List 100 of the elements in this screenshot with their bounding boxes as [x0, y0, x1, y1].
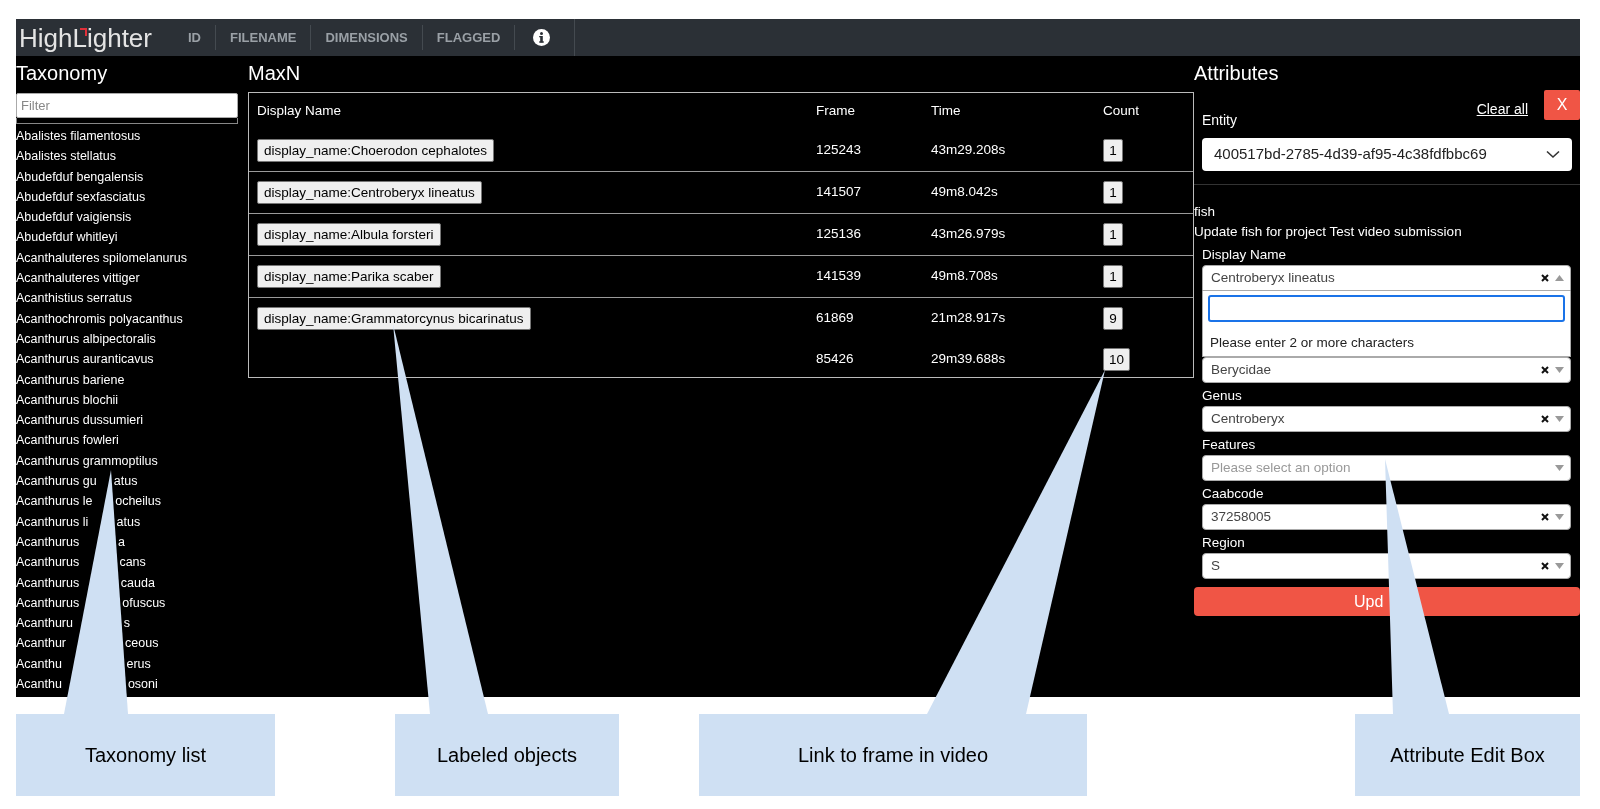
caret-down-icon	[1555, 416, 1564, 422]
dropdown-message: Please enter 2 or more characters	[1209, 334, 1416, 352]
taxonomy-item[interactable]: Acanthur	[16, 636, 67, 651]
nav-link[interactable]: ID	[174, 24, 216, 51]
taxonomy-item[interactable]: Acanthurus fowleri	[16, 433, 119, 448]
select-field[interactable]: 37258005	[1202, 504, 1571, 530]
taxonomy-item-fragment[interactable]: ocheilus	[115, 491, 162, 512]
field-label: Entity	[1202, 111, 1237, 130]
taxonomy-item[interactable]: Acanthurus dussumieri	[16, 413, 144, 428]
table-cell-text: 43m26.979s	[931, 225, 1007, 244]
clear-icon[interactable]	[1541, 274, 1549, 282]
chevron-down-icon	[1546, 150, 1560, 159]
table-cell-text: 43m29.208s	[931, 141, 1007, 160]
panel-title: Attributes	[1194, 61, 1280, 86]
column-header: Count	[1103, 102, 1141, 121]
taxonomy-item[interactable]: Abalistes filamentosus	[16, 129, 141, 143]
filter-field[interactable]: Filter	[16, 93, 238, 118]
taxonomy-item[interactable]: Acanthurus albipectoralis	[16, 331, 156, 346]
callout-label: Taxonomy list	[16, 714, 275, 796]
panel-title: Taxonomy	[16, 61, 109, 86]
table-cell-text: 21m28.917s	[931, 309, 1007, 328]
taxonomy-item[interactable]: Acanthistius serratus	[16, 291, 133, 306]
field-label: Genus	[1201, 387, 1243, 405]
frame-count-button[interactable]: 1	[1103, 139, 1123, 162]
taxonomy-item[interactable]: Acanthaluteres spilomelanurus	[16, 250, 187, 265]
select-field[interactable]: Berycidae	[1202, 357, 1571, 383]
taxonomy-item-fragment[interactable]: cauda	[120, 572, 155, 593]
clear-icon[interactable]	[1541, 562, 1549, 570]
caret-down-icon	[1555, 514, 1564, 520]
table-cell-text: 125136	[816, 225, 863, 244]
taxonomy-item[interactable]: Acanthurus li	[16, 514, 89, 529]
select-field[interactable]: S	[1202, 553, 1571, 579]
field-label: Caabcode	[1201, 485, 1265, 503]
table-cell-text: 49m8.708s	[931, 267, 999, 286]
taxonomy-item[interactable]: Acanthurus gu	[16, 474, 97, 489]
taxonomy-item[interactable]: Acanthochromis polyacanthus	[16, 311, 183, 326]
taxonomy-item[interactable]: Acanthurus auranticavus	[16, 352, 154, 367]
table-cell-text: 49m8.042s	[931, 183, 999, 202]
taxonomy-item[interactable]: Abudefduf vaigiensis	[16, 210, 132, 225]
column-header: Display Name	[257, 102, 343, 121]
clear-icon[interactable]	[1541, 366, 1549, 374]
frame-count-button[interactable]: 1	[1103, 223, 1123, 246]
display-name-button[interactable]: display_name:Parika scaber	[257, 265, 441, 288]
caret-down-icon	[1555, 367, 1564, 373]
taxonomy-item[interactable]: Acanthurus le	[16, 494, 93, 509]
taxonomy-item[interactable]: Acanthurus	[16, 575, 80, 590]
display-name-button[interactable]: display_name:Choerodon cephalotes	[257, 139, 494, 162]
taxonomy-item-fragment[interactable]: osoni	[127, 674, 158, 695]
callout-label: Attribute Edit Box	[1355, 714, 1580, 796]
taxonomy-item[interactable]: Abalistes stellatus	[16, 149, 117, 164]
taxonomy-item[interactable]: Acanthurus	[16, 534, 80, 549]
taxonomy-item-fragment[interactable]: ceous	[125, 633, 159, 654]
taxonomy-item-fragment[interactable]: atus	[113, 471, 138, 492]
clear-icon[interactable]	[1541, 513, 1549, 521]
entity-type: fish	[1194, 203, 1216, 221]
taxonomy-item-fragment[interactable]: s	[123, 613, 130, 634]
frame-count-button[interactable]: 1	[1103, 265, 1123, 288]
taxonomy-item[interactable]: Acanthurus bariene	[16, 372, 125, 387]
clear-icon[interactable]	[1541, 415, 1549, 423]
entity-select[interactable]: 400517bd-2785-4d39-af95-4c38fdfbbc69	[1202, 138, 1572, 171]
nav-link[interactable]: FLAGGED	[422, 24, 516, 51]
search-field[interactable]	[1208, 295, 1565, 322]
display-name-button[interactable]: display_name:Albula forsteri	[257, 223, 441, 246]
taxonomy-item[interactable]: Acanthaluteres vittiger	[16, 271, 140, 286]
display-name-button[interactable]: display_name:Centroberyx lineatus	[257, 181, 482, 204]
taxonomy-item[interactable]: Abudefduf sexfasciatus	[16, 189, 146, 204]
taxonomy-item-fragment[interactable]: ofuscus	[122, 592, 166, 614]
info-icon[interactable]	[533, 29, 551, 46]
taxonomy-item[interactable]: Abudefduf whitleyi	[16, 230, 118, 245]
nav-link[interactable]: FILENAME	[216, 24, 312, 51]
frame-count-button[interactable]: 9	[1103, 307, 1123, 330]
field-label: Features	[1201, 436, 1257, 454]
callout-label: Labeled objects	[395, 714, 619, 796]
field-label: Region	[1201, 534, 1246, 552]
taxonomy-item[interactable]: Abudefduf bengalensis	[16, 169, 144, 184]
taxonomy-item[interactable]: Acanthu	[16, 656, 62, 671]
taxonomy-item[interactable]: Acanthuru	[16, 616, 73, 631]
select-field[interactable]: Centroberyx	[1202, 406, 1571, 432]
display-name-button[interactable]: display_name:Grammatorcynus bicarinatus	[257, 307, 531, 330]
taxonomy-item[interactable]: Acanthurus	[16, 555, 80, 570]
table-cell-text: 141507	[816, 183, 863, 202]
table-cell-text: 141539	[816, 267, 863, 286]
select-field[interactable]: Centroberyx lineatus	[1202, 265, 1571, 291]
nav-link[interactable]: DIMENSIONS	[311, 24, 423, 51]
taxonomy-item-fragment[interactable]: erus	[126, 653, 151, 674]
taxonomy-item-fragment[interactable]: a	[118, 531, 125, 553]
table-cell-text: 29m39.688s	[931, 350, 1007, 369]
column-header: Frame	[816, 102, 856, 121]
table-cell-text: 61869	[816, 309, 855, 328]
taxonomy-item-fragment[interactable]: cans	[119, 552, 146, 573]
frame-count-button[interactable]: 1	[1103, 181, 1123, 204]
taxonomy-item[interactable]: Acanthurus grammoptilus	[16, 453, 158, 468]
taxonomy-item[interactable]: Acanthurus	[16, 595, 80, 610]
taxonomy-item[interactable]: Acanthurus blochii	[16, 392, 119, 407]
taxonomy-item-fragment[interactable]: atus	[116, 511, 141, 532]
app-logo: HighLighter	[19, 22, 152, 53]
frame-count-button[interactable]: 10	[1103, 348, 1131, 371]
clear-all-link[interactable]: Clear all	[1476, 99, 1528, 120]
taxonomy-item[interactable]: Acanthu	[16, 677, 62, 691]
table-cell-text: 125243	[816, 141, 863, 160]
